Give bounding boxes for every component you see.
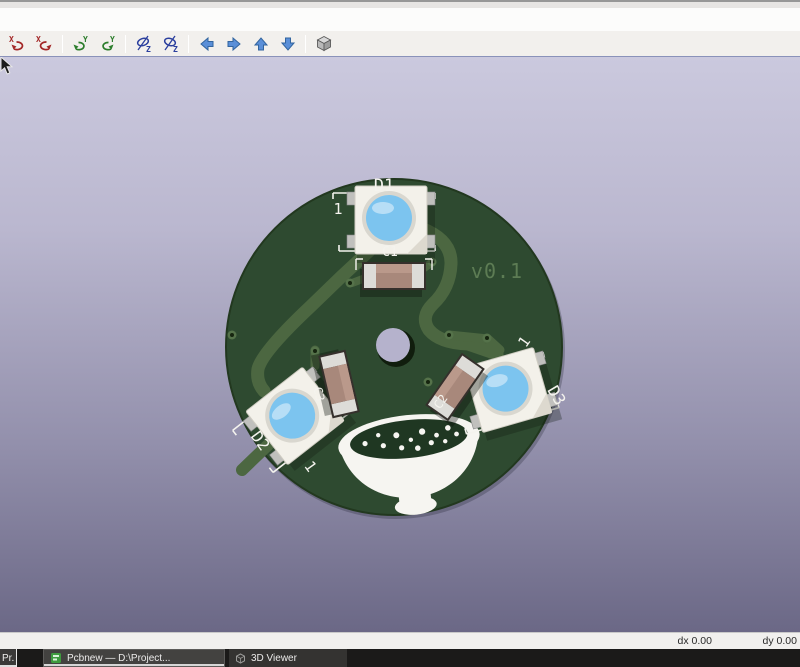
taskbar-item-label: 3D Viewer <box>251 653 297 664</box>
d1-pin1-label: 1 <box>333 200 342 218</box>
toolbar-separator <box>125 35 126 53</box>
c1-ref-label: C1 <box>382 245 398 260</box>
pcb-board: v0.1 <box>226 176 575 522</box>
move-right-button[interactable] <box>221 32 246 55</box>
move-up-button[interactable] <box>248 32 273 55</box>
version-label: v0.1 <box>471 259 523 283</box>
kicad-3d-viewer-window: X X Y Y <box>0 0 800 667</box>
toolbar-separator <box>188 35 189 53</box>
rotate-y-cw-icon: Y <box>98 34 118 54</box>
rotate-y-ccw-icon: Y <box>71 34 91 54</box>
arrow-down-icon <box>278 34 298 54</box>
menu-bar <box>0 8 800 31</box>
rotate-z-cw-button[interactable]: Z <box>158 32 183 55</box>
taskbar-item-label: Pcbnew — D:\Project... <box>67 653 170 664</box>
rotate-x-ccw-button[interactable]: X <box>5 32 30 55</box>
rotate-y-cw-button[interactable]: Y <box>95 32 120 55</box>
move-left-button[interactable] <box>194 32 219 55</box>
capacitor-c1 <box>356 259 432 297</box>
3d-viewport[interactable]: v0.1 <box>0 57 800 632</box>
svg-text:Z: Z <box>146 45 151 54</box>
rotate-z-cw-icon: Z <box>161 34 181 54</box>
taskbar-item-3d-viewer[interactable]: 3D Viewer <box>229 649 347 667</box>
svg-text:Y: Y <box>110 35 115 44</box>
pcbnew-app-icon <box>50 652 62 664</box>
dy-readout: dy 0.00 <box>763 635 797 647</box>
arrow-right-icon <box>224 34 244 54</box>
svg-text:Y: Y <box>83 35 88 44</box>
rotate-x-cw-button[interactable]: X <box>32 32 57 55</box>
status-bar: dx 0.00 dy 0.00 <box>0 632 800 649</box>
pcb-3d-render: v0.1 <box>0 57 800 632</box>
viewer-toolbar: X X Y Y <box>0 31 800 57</box>
rotate-x-cw-icon: X <box>35 34 55 54</box>
taskbar-item-pcbnew[interactable]: Pcbnew — D:\Project... <box>43 649 225 667</box>
dx-readout: dx 0.00 <box>678 635 712 647</box>
cube-icon <box>314 34 334 54</box>
mouse-cursor <box>0 57 16 77</box>
svg-text:Z: Z <box>173 45 178 54</box>
windows-taskbar: Pr... Pcbnew — D:\Project... 3D Viewer <box>0 649 800 667</box>
toolbar-separator <box>305 35 306 53</box>
arrow-left-icon <box>197 34 217 54</box>
toolbar-separator <box>62 35 63 53</box>
taskbar-item-project[interactable]: Pr... <box>0 649 17 667</box>
svg-text:X: X <box>36 35 41 44</box>
rotate-z-ccw-button[interactable]: Z <box>131 32 156 55</box>
rotate-z-ccw-icon: Z <box>134 34 154 54</box>
d1-ref-label: D1 <box>374 176 394 196</box>
3d-viewer-app-icon <box>235 653 246 664</box>
rotate-y-ccw-button[interactable]: Y <box>68 32 93 55</box>
orthographic-view-button[interactable] <box>311 32 336 55</box>
arrow-up-icon <box>251 34 271 54</box>
svg-text:X: X <box>9 35 14 44</box>
window-top-strip <box>0 0 800 8</box>
rotate-x-ccw-icon: X <box>8 34 28 54</box>
move-down-button[interactable] <box>275 32 300 55</box>
taskbar-item-label: Pr... <box>2 653 14 664</box>
